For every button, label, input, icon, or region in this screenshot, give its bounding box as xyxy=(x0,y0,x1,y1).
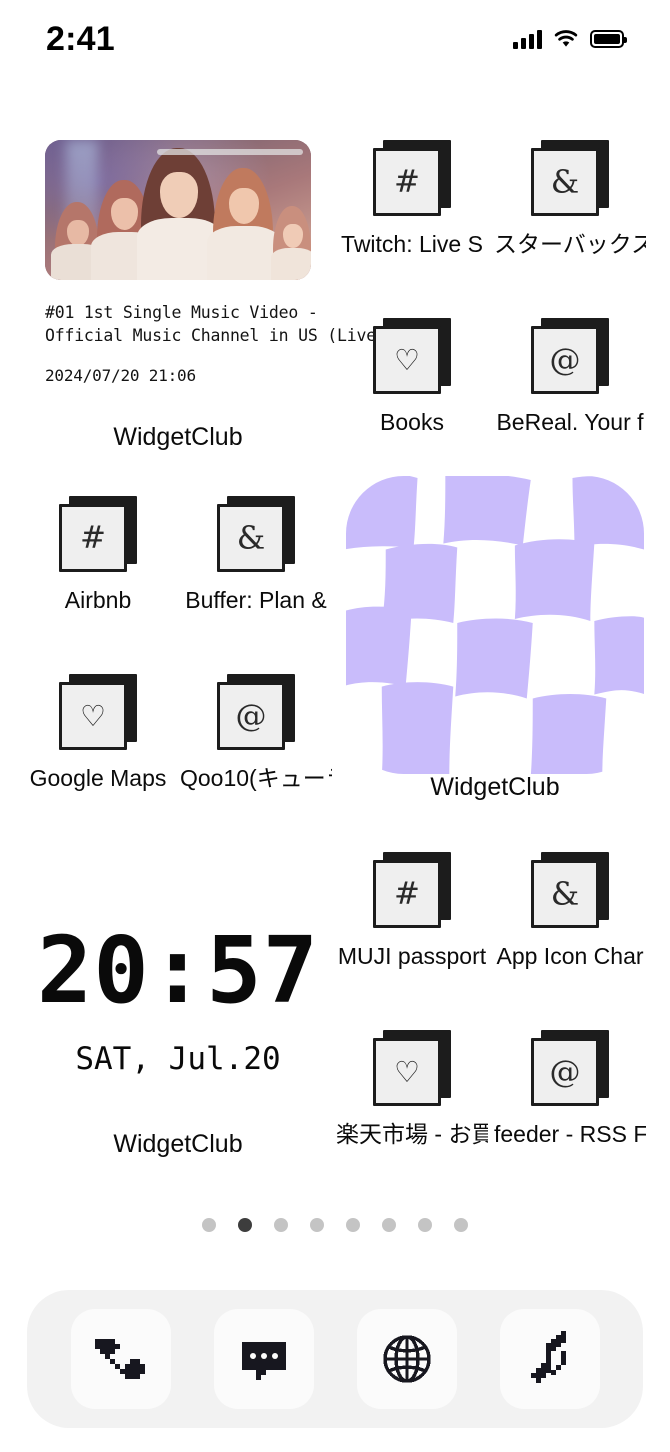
app-icon-cell[interactable]: # Airbnb xyxy=(22,496,174,613)
clock-date: SAT, Jul.20 xyxy=(75,1041,281,1077)
app-icon-tile[interactable]: ♡ xyxy=(59,674,137,752)
app-icon-tile[interactable]: ♡ xyxy=(373,318,451,396)
ampersand-glyph-icon: & xyxy=(550,875,580,913)
app-icon-tile[interactable]: & xyxy=(531,852,609,930)
app-icon-tile[interactable]: @ xyxy=(531,1030,609,1108)
status-bar: 2:41 xyxy=(0,0,670,78)
dock-item-messages[interactable] xyxy=(213,1309,314,1409)
app-label: MUJI passport xyxy=(337,943,487,969)
home-screen-page: #01 1st Single Music Video - Official Mu… xyxy=(0,78,670,1208)
app-label: Google Maps xyxy=(29,765,167,791)
app-label: スターバックス xyxy=(494,231,646,257)
phone-icon xyxy=(94,1339,145,1379)
app-icon-face: # xyxy=(59,504,127,572)
app-icon-cell[interactable]: & Buffer: Plan & xyxy=(180,496,332,613)
app-icon-face: ♡ xyxy=(373,1038,441,1106)
hash-glyph-icon: # xyxy=(394,875,420,912)
app-label: feeder - RSS F xyxy=(494,1121,646,1147)
app-icon-face: & xyxy=(217,504,285,572)
widget-clock-caption: WidgetClub xyxy=(113,1130,243,1158)
widget-video-player[interactable]: #01 1st Single Music Video - Official Mu… xyxy=(45,140,386,440)
status-bar-indicators xyxy=(513,29,627,49)
heart-glyph-icon: ♡ xyxy=(394,1054,420,1089)
app-label: Qoo10(キューラ xyxy=(180,765,332,791)
app-icon-tile[interactable]: ♡ xyxy=(373,1030,451,1108)
cellular-signal-icon xyxy=(513,29,542,49)
page-dot[interactable] xyxy=(274,1218,288,1232)
app-icon-cell[interactable]: & スターバックス xyxy=(494,140,646,257)
dock-item-phone[interactable] xyxy=(70,1309,171,1409)
app-icon-tile[interactable]: @ xyxy=(531,318,609,396)
app-icon-face: ♡ xyxy=(59,682,127,750)
safari-icon xyxy=(382,1335,431,1383)
app-icon-face: & xyxy=(531,860,599,928)
app-icon-tile[interactable]: # xyxy=(59,496,137,574)
app-icon-face: @ xyxy=(531,1038,599,1106)
dock-item-music[interactable] xyxy=(499,1309,600,1409)
at-glyph-icon: @ xyxy=(549,1053,581,1090)
app-label: Airbnb xyxy=(64,587,132,613)
dock-item-safari[interactable] xyxy=(356,1309,457,1409)
hash-glyph-icon: # xyxy=(394,163,420,200)
app-icon-tile[interactable]: # xyxy=(373,140,451,218)
widget-clock[interactable]: 20:57 SAT, Jul.20 xyxy=(37,868,318,1134)
page-indicator[interactable] xyxy=(0,1218,670,1232)
music-icon xyxy=(530,1331,566,1383)
app-label: 楽天市場 - お買い xyxy=(336,1121,488,1147)
app-icon-face: # xyxy=(373,148,441,216)
hash-glyph-icon: # xyxy=(80,519,106,556)
heart-glyph-icon: ♡ xyxy=(394,342,420,377)
app-icon-tile[interactable]: # xyxy=(373,852,451,930)
app-icon-cell[interactable]: @ Qoo10(キューラ xyxy=(180,674,332,791)
app-icon-cell[interactable]: & App Icon Char xyxy=(494,852,646,969)
page-dot[interactable] xyxy=(310,1218,324,1232)
dock xyxy=(27,1290,643,1428)
app-label: Twitch: Live S xyxy=(341,231,483,257)
messages-icon xyxy=(241,1342,286,1380)
page-dot-active[interactable] xyxy=(238,1218,252,1232)
battery-icon xyxy=(590,30,627,48)
at-glyph-icon: @ xyxy=(235,697,267,734)
video-timestamp: 2024/07/20 21:06 xyxy=(45,365,196,385)
at-glyph-icon: @ xyxy=(549,341,581,378)
app-icon-cell[interactable]: @ BeReal. Your f xyxy=(494,318,646,435)
widget-checker-caption: WidgetClub xyxy=(430,773,560,801)
clock-time: 20:57 xyxy=(37,917,319,1024)
app-label: Buffer: Plan & xyxy=(185,587,327,613)
page-dot[interactable] xyxy=(202,1218,216,1232)
app-icon-face: @ xyxy=(217,682,285,750)
app-icon-face: ♡ xyxy=(373,326,441,394)
app-icon-cell[interactable]: ♡ 楽天市場 - お買い xyxy=(336,1030,488,1147)
app-icon-cell[interactable]: # MUJI passport xyxy=(336,852,488,969)
page-dot[interactable] xyxy=(418,1218,432,1232)
app-icon-tile[interactable]: & xyxy=(531,140,609,218)
ampersand-glyph-icon: & xyxy=(236,519,266,557)
status-bar-time: 2:41 xyxy=(46,19,115,58)
app-label: BeReal. Your f xyxy=(496,409,644,435)
ampersand-glyph-icon: & xyxy=(550,163,580,201)
app-icon-cell[interactable]: ♡ Google Maps xyxy=(22,674,174,791)
checker-pattern-graphic xyxy=(346,476,644,774)
page-dot[interactable] xyxy=(454,1218,468,1232)
app-icon-cell[interactable]: # Twitch: Live S xyxy=(336,140,488,257)
app-icon-tile[interactable]: @ xyxy=(217,674,295,752)
video-thumbnail xyxy=(45,140,311,280)
page-dot[interactable] xyxy=(346,1218,360,1232)
app-icon-tile[interactable]: & xyxy=(217,496,295,574)
widget-checker-pattern[interactable] xyxy=(346,476,644,774)
app-label: App Icon Char xyxy=(496,943,644,969)
app-icon-face: & xyxy=(531,148,599,216)
video-title: #01 1st Single Music Video - Official Mu… xyxy=(45,303,386,346)
page-dot[interactable] xyxy=(382,1218,396,1232)
widget-video-caption: WidgetClub xyxy=(113,423,243,451)
video-progress-bar xyxy=(157,149,303,155)
wifi-icon xyxy=(554,30,578,47)
app-icon-cell[interactable]: ♡ Books xyxy=(336,318,488,435)
app-icon-cell[interactable]: @ feeder - RSS F xyxy=(494,1030,646,1147)
app-label: Books xyxy=(380,409,444,435)
heart-glyph-icon: ♡ xyxy=(80,698,106,733)
app-icon-face: # xyxy=(373,860,441,928)
app-icon-face: @ xyxy=(531,326,599,394)
